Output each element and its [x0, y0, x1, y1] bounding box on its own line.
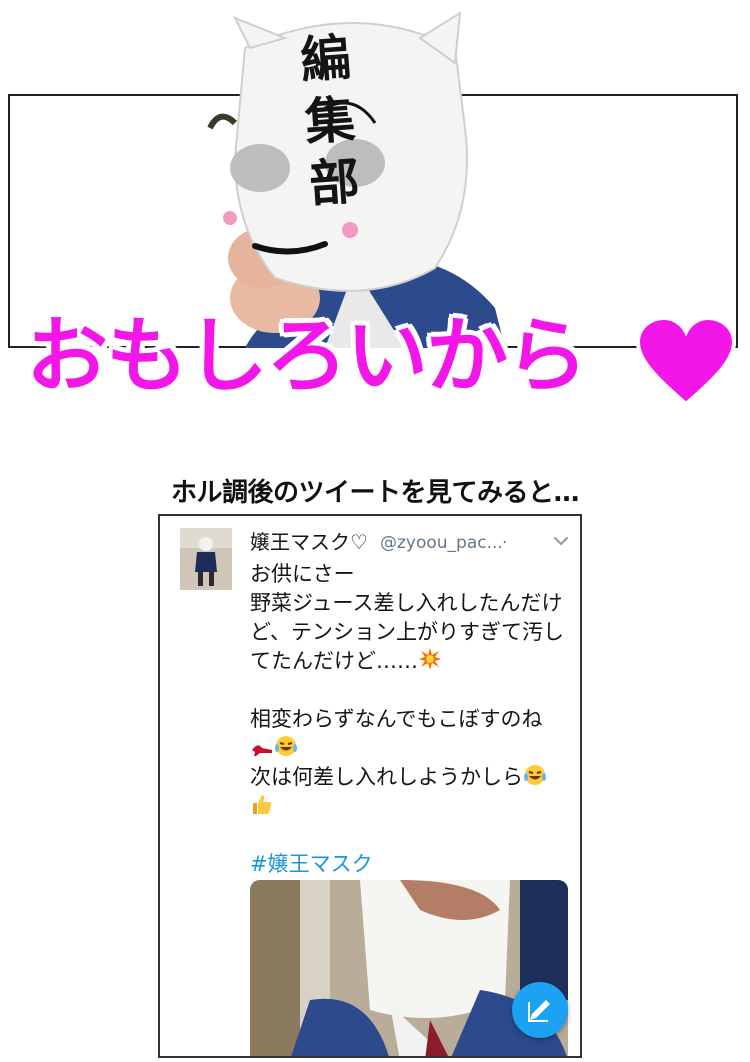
caption-text: ホル調後のツイートを見てみると…: [170, 478, 580, 508]
avatar[interactable]: [180, 528, 232, 590]
tweet-card[interactable]: 嬢王マスク♡ @zyoou_pac... · お供にさー 野菜ジュース差し入れし…: [158, 514, 582, 1058]
hashtag-link[interactable]: #嬢王マスク: [250, 850, 575, 879]
tweet-line-7: 次は何差し入れしようかしら: [250, 763, 575, 792]
separator-dot: ·: [502, 533, 508, 553]
tweet-line-1: お供にさー: [250, 562, 355, 586]
tweet-line-6: [250, 734, 575, 763]
tweet-line-4-wrap: てたんだけど……: [250, 647, 575, 676]
high-heel-emoji-icon: [252, 745, 272, 756]
mask-kanji-text: 編 集 部: [294, 26, 367, 216]
user-handle[interactable]: @zyoou_pac...: [380, 530, 503, 556]
tweet-line-5: 相変わらずなんでもこぼすのね: [250, 707, 543, 731]
laughing-tears-emoji-icon: [275, 736, 297, 756]
tweet-line-3: ど、テンション上がりすぎて汚し: [250, 620, 564, 644]
tweet-line-2: 野菜ジュース差し入れしたんだけ: [250, 591, 563, 615]
collision-emoji-icon: [419, 648, 441, 670]
heart-icon: [636, 316, 736, 407]
feather-pen-icon: [528, 1000, 550, 1022]
tweet-media-photo[interactable]: [250, 880, 568, 1056]
thumbs-up-emoji-icon: [253, 795, 272, 814]
tweet-line-4: てたんだけど……: [250, 649, 418, 673]
compose-tweet-button[interactable]: [512, 982, 568, 1038]
display-name[interactable]: 嬢王マスク♡: [250, 528, 368, 556]
chevron-down-icon[interactable]: [550, 530, 572, 552]
laughing-tears-emoji-icon: [524, 765, 546, 785]
tweet-line-8: [250, 792, 575, 821]
tweet-text: お供にさー 野菜ジュース差し入れしたんだけ ど、テンション上がりすぎて汚し てた…: [250, 560, 575, 879]
tweet-line-7-text: 次は何差し入れしようかしら: [250, 765, 523, 789]
mask-kanji-1: 編: [298, 27, 353, 90]
mask-kanji-2: 集: [302, 89, 357, 152]
mask-kanji-3: 部: [307, 151, 362, 214]
